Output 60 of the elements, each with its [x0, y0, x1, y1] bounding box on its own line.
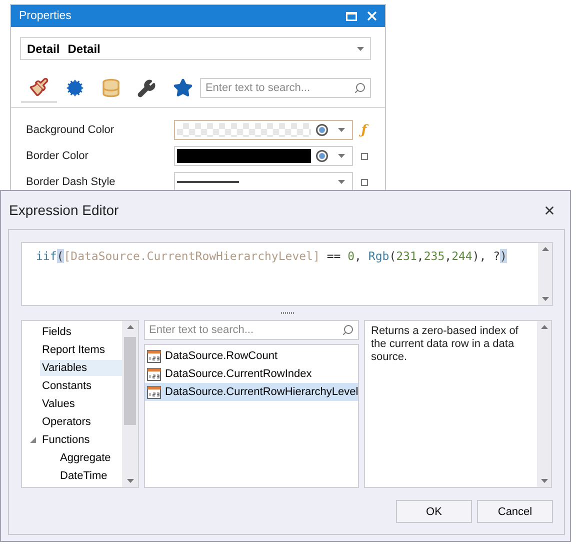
variable-item[interactable]: DataSource.CurrentRowIndex [145, 365, 358, 383]
color-picker-icon[interactable] [315, 149, 329, 163]
search-input[interactable]: Enter text to search... [205, 82, 354, 94]
cancel-button[interactable]: Cancel [477, 500, 553, 523]
star-icon[interactable] [172, 78, 192, 98]
variable-item[interactable]: DataSource.RowCount [145, 347, 358, 365]
property-label: Border Dash Style [26, 176, 116, 188]
category-item[interactable]: Fields [40, 324, 122, 340]
scrollbar[interactable] [538, 243, 552, 305]
maximize-icon[interactable] [346, 12, 357, 20]
search-icon[interactable] [342, 324, 354, 336]
object-name: Detail [27, 42, 60, 56]
scrollbar[interactable] [537, 321, 551, 487]
number-type-icon [147, 368, 161, 380]
square-icon[interactable] [360, 152, 368, 160]
expanded-arrow-icon[interactable] [30, 437, 36, 443]
category-item[interactable]: Values [40, 396, 122, 412]
dropdown-caret-icon[interactable] [338, 180, 345, 184]
category-item[interactable]: Constants [40, 378, 122, 394]
square-icon[interactable] [360, 178, 368, 186]
dropdown-caret-icon[interactable] [540, 325, 548, 329]
dropdown-caret-icon[interactable] [542, 297, 548, 301]
color-picker-icon[interactable] [315, 123, 329, 137]
gears-icon[interactable] [66, 79, 84, 97]
search-field[interactable]: Enter text to search... [200, 78, 371, 98]
expression-field[interactable]: iif([DataSource.CurrentRowHierarchyLevel] == 0, Rgb(231,235,244), ?) [21, 242, 553, 306]
category-item[interactable]: DateTime [58, 468, 122, 484]
object-selector[interactable]: Detail Detail [20, 37, 371, 60]
dropdown-caret-icon[interactable] [540, 479, 548, 483]
dropdown-caret-icon[interactable] [542, 247, 548, 251]
dropdown-caret-icon[interactable] [338, 154, 345, 158]
scrollbar[interactable] [122, 321, 138, 487]
property-label: Border Color [26, 150, 90, 162]
window-title: Properties [19, 10, 72, 22]
number-type-icon [147, 350, 161, 362]
property-editor[interactable] [174, 146, 353, 166]
description-text: Returns a zero-based index of the current data row in a data source. [370, 324, 520, 365]
search-field[interactable]: Enter text to search... [144, 320, 359, 340]
wrench-icon[interactable] [137, 78, 156, 98]
ok-button[interactable]: OK [396, 500, 472, 523]
dropdown-caret-icon[interactable] [338, 128, 345, 132]
search-icon[interactable] [354, 82, 366, 94]
category-item[interactable]: Operators [40, 414, 122, 430]
database-icon[interactable] [100, 78, 121, 98]
dropdown-caret-icon[interactable] [357, 46, 364, 50]
dialog-title: Expression Editor [9, 202, 120, 218]
property-label: Background Color [26, 124, 116, 136]
close-icon[interactable] [543, 204, 556, 216]
dropdown-caret-icon[interactable] [126, 325, 134, 329]
category-item[interactable]: Functions [40, 432, 122, 448]
dropdown-caret-icon[interactable] [126, 479, 134, 483]
category-item[interactable]: Aggregate [58, 450, 122, 466]
search-input[interactable]: Enter text to search... [149, 324, 342, 336]
solid-line-sample [177, 181, 239, 183]
number-type-icon [147, 386, 161, 398]
variable-item[interactable]: DataSource.CurrentRowHierarchyLevel [145, 383, 358, 401]
category-item[interactable]: Report Items [40, 342, 122, 358]
brush-icon[interactable] [28, 77, 49, 97]
object-type: Detail [68, 42, 102, 56]
category-item[interactable]: Variables [40, 360, 122, 376]
